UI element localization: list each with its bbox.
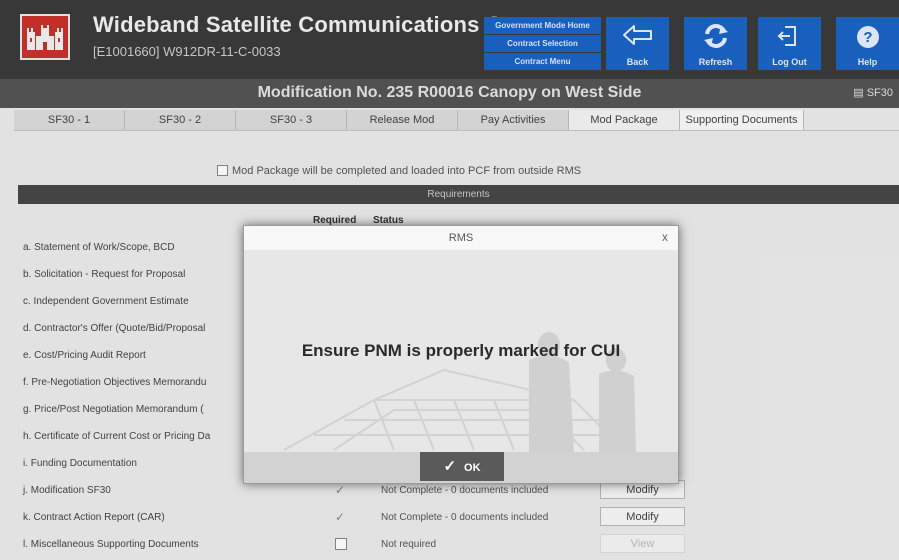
dialog-body: Ensure PNM is properly marked for CUI [244, 250, 678, 452]
close-icon[interactable]: x [662, 226, 668, 250]
ok-button[interactable]: ✓ OK [420, 452, 504, 481]
checkmark-icon: ✓ [443, 458, 457, 475]
ok-label: OK [464, 462, 481, 474]
dialog-message: Ensure PNM is properly marked for CUI [301, 341, 621, 360]
dialog-footer: ✓ OK [244, 452, 678, 483]
dialog-title: RMS [244, 226, 678, 250]
rms-dialog: RMS x Ensure PNM is properly marked for … [243, 225, 679, 484]
